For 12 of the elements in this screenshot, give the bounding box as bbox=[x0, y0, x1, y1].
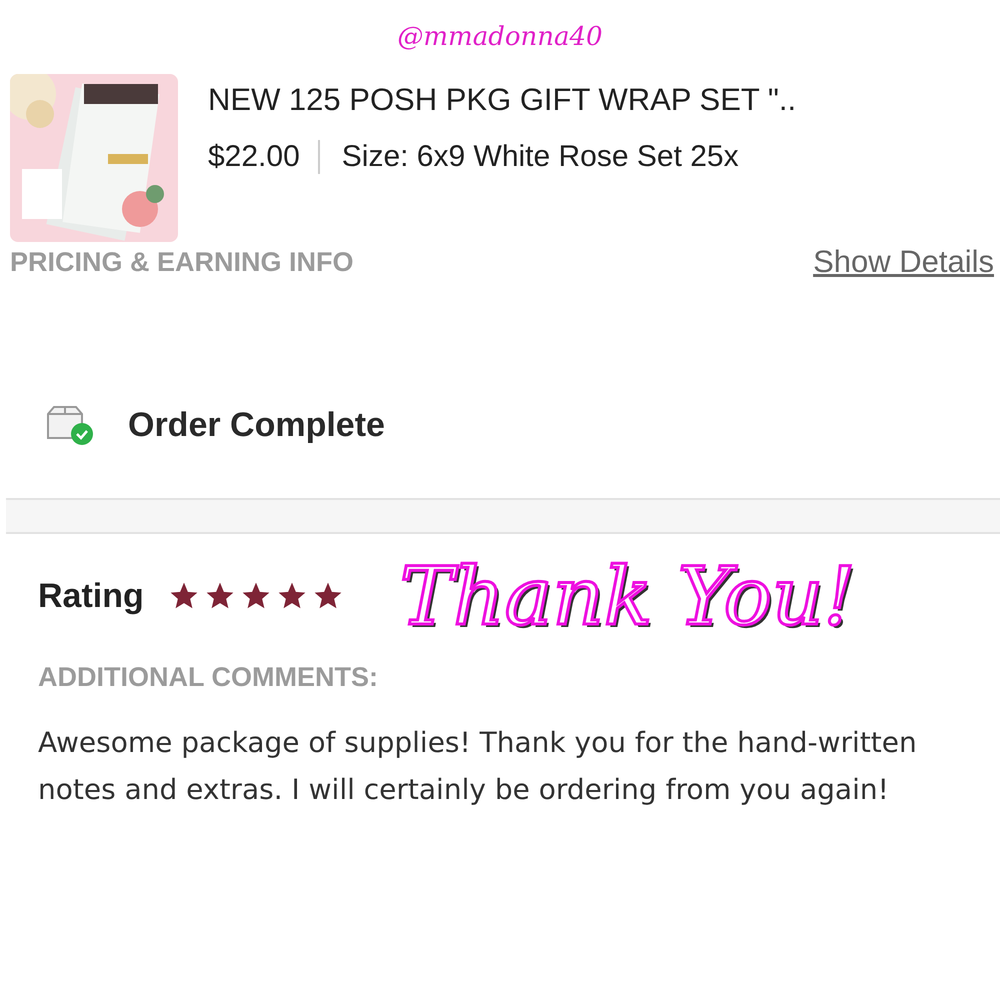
product-price: $22.00 bbox=[208, 140, 320, 174]
comment-text: Awesome package of supplies! Thank you for the hand-written notes and extras. I will certainly be ordering from you again! bbox=[38, 725, 918, 808]
show-details-link[interactable]: Show Details bbox=[813, 244, 994, 280]
rating-label: Rating bbox=[38, 576, 144, 616]
package-check-icon bbox=[44, 404, 94, 446]
product-size: Size: 6x9 White Rose Set 25x bbox=[342, 140, 739, 174]
product-title: NEW 125 POSH PKG GIFT WRAP SET ".. bbox=[208, 82, 796, 118]
section-heading: PRICING & EARNING INFO bbox=[10, 246, 354, 278]
thank-you-overlay: Thank You! bbox=[400, 550, 856, 642]
order-status: Order Complete bbox=[128, 406, 385, 444]
comments-heading: ADDITIONAL COMMENTS: bbox=[37, 661, 379, 693]
username-handle: @mmadonna40 bbox=[397, 22, 603, 52]
